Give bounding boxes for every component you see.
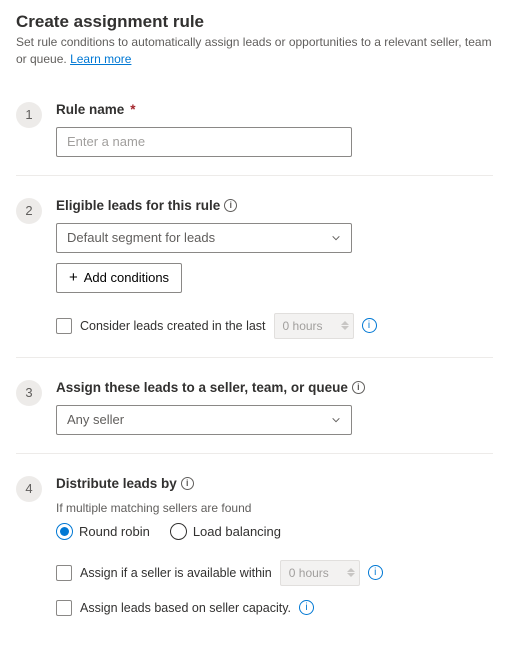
section-distribute-leads: 4 Distribute leads by i If multiple matc…: [16, 453, 493, 634]
segment-select[interactable]: Default segment for leads: [56, 223, 352, 253]
heading-rule-name: Rule name *: [56, 102, 493, 117]
consider-hours-input[interactable]: 0 hours: [274, 313, 354, 339]
heading-eligible-leads: Eligible leads for this rule i: [56, 198, 493, 213]
info-icon[interactable]: i: [181, 477, 194, 490]
step-badge-3: 3: [16, 380, 42, 406]
assignee-select[interactable]: Any seller: [56, 405, 352, 435]
heading-eligible-text: Eligible leads for this rule: [56, 198, 220, 213]
available-hours-input[interactable]: 0 hours: [280, 560, 360, 586]
plus-icon: +: [69, 270, 78, 285]
consider-leads-label: Consider leads created in the last: [80, 319, 266, 333]
page-title: Create assignment rule: [16, 12, 493, 32]
distribution-radio-group: Round robin Load balancing: [56, 523, 493, 540]
spinner-icon[interactable]: [347, 568, 355, 577]
page-subtitle: Set rule conditions to automatically ass…: [16, 34, 493, 68]
available-within-checkbox[interactable]: [56, 565, 72, 581]
segment-select-value: Default segment for leads: [67, 230, 215, 245]
add-conditions-label: Add conditions: [84, 270, 169, 285]
step-badge-4: 4: [16, 476, 42, 502]
section-rule-name: 1 Rule name *: [16, 92, 493, 175]
heading-distribute-leads: Distribute leads by i: [56, 476, 493, 491]
radio-round-robin[interactable]: Round robin: [56, 523, 150, 540]
distribution-helper-text: If multiple matching sellers are found: [56, 501, 493, 515]
radio-icon-unchecked: [170, 523, 187, 540]
spinner-icon[interactable]: [341, 321, 349, 330]
info-icon[interactable]: i: [299, 600, 314, 615]
chevron-down-icon: [331, 233, 341, 243]
consider-leads-checkbox[interactable]: [56, 318, 72, 334]
radio-load-balancing-label: Load balancing: [193, 524, 281, 539]
consider-hours-value: 0 hours: [283, 319, 323, 333]
info-icon[interactable]: i: [368, 565, 383, 580]
step-badge-1: 1: [16, 102, 42, 128]
chevron-down-icon: [331, 415, 341, 425]
required-asterisk: *: [130, 102, 135, 117]
add-conditions-button[interactable]: + Add conditions: [56, 263, 182, 293]
heading-assign-text: Assign these leads to a seller, team, or…: [56, 380, 348, 395]
info-icon[interactable]: i: [362, 318, 377, 333]
radio-icon-checked: [56, 523, 73, 540]
available-hours-value: 0 hours: [289, 566, 329, 580]
radio-load-balancing[interactable]: Load balancing: [170, 523, 281, 540]
heading-assign-leads: Assign these leads to a seller, team, or…: [56, 380, 493, 395]
assignee-select-value: Any seller: [67, 412, 124, 427]
capacity-label: Assign leads based on seller capacity.: [80, 601, 291, 615]
heading-rule-name-text: Rule name: [56, 102, 124, 117]
section-assign-leads: 3 Assign these leads to a seller, team, …: [16, 357, 493, 453]
info-icon[interactable]: i: [352, 381, 365, 394]
available-within-label: Assign if a seller is available within: [80, 566, 272, 580]
section-eligible-leads: 2 Eligible leads for this rule i Default…: [16, 175, 493, 357]
heading-distribute-text: Distribute leads by: [56, 476, 177, 491]
learn-more-link[interactable]: Learn more: [70, 52, 131, 66]
rule-name-input[interactable]: [56, 127, 352, 157]
radio-round-robin-label: Round robin: [79, 524, 150, 539]
capacity-checkbox[interactable]: [56, 600, 72, 616]
step-badge-2: 2: [16, 198, 42, 224]
info-icon[interactable]: i: [224, 199, 237, 212]
